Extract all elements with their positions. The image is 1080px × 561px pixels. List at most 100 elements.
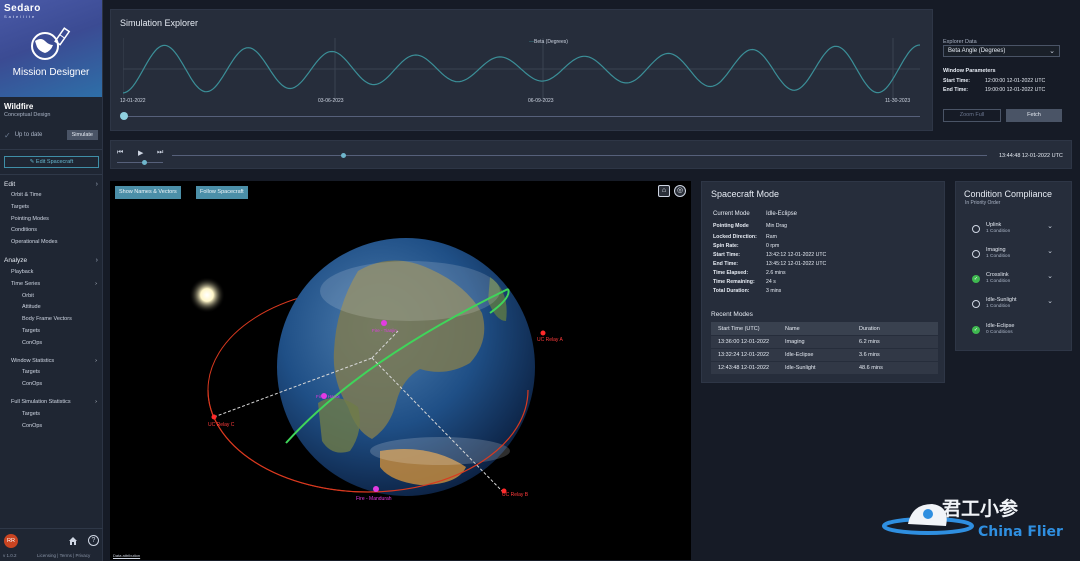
chevron-down-icon: ⌄ bbox=[1049, 48, 1055, 55]
playback-speed-slider[interactable] bbox=[117, 162, 163, 163]
follow-spacecraft-button[interactable]: Follow Spacecraft bbox=[196, 186, 248, 199]
playback-time: 13:44:48 12-01-2022 UTC bbox=[999, 153, 1063, 159]
data-attribution-link[interactable]: Data attribution bbox=[113, 553, 140, 558]
condition-count: 1 Condition bbox=[986, 229, 1011, 234]
nav-item-playback[interactable]: Playback bbox=[0, 267, 102, 279]
zoom-full-button[interactable]: Zoom Full bbox=[943, 109, 1001, 122]
detail-key: Time Elapsed: bbox=[713, 270, 749, 276]
app-name: Mission Designer bbox=[12, 67, 90, 78]
nav-item-conditions[interactable]: Conditions bbox=[0, 225, 102, 237]
table-row[interactable]: 12:43:48 12-01-2022 Idle-Sunlight 48.6 m… bbox=[711, 361, 938, 374]
app-root: Sedaro Satellite Mission Designer Wildfi… bbox=[0, 0, 1080, 561]
nav-item-ts-attitude[interactable]: Attitude bbox=[0, 302, 102, 314]
detail-value: Ram bbox=[766, 234, 777, 240]
chevron-down-icon[interactable]: ⌄ bbox=[1047, 222, 1053, 230]
nav: Edit › Orbit & Time Targets Pointing Mod… bbox=[0, 178, 102, 432]
chevron-right-icon: › bbox=[95, 180, 98, 188]
condition-item-crosslink[interactable]: ✓ Crosslink 1 Condition ⌄ bbox=[972, 272, 1067, 296]
edit-spacecraft-button[interactable]: ✎ Edit Spacecraft bbox=[4, 156, 99, 168]
table-row[interactable]: 13:36:00 12-01-2022 Imaging 6.2 mins bbox=[711, 335, 938, 348]
relay-a-label: UC Relay A bbox=[537, 337, 564, 343]
table-row[interactable]: 13:32:24 12-01-2022 Idle-Eclipse 3.6 min… bbox=[711, 348, 938, 361]
x-tick-label: 03-06-2023 bbox=[318, 98, 344, 104]
detail-value: 2.6 mins bbox=[766, 270, 786, 276]
chevron-right-icon: › bbox=[95, 357, 97, 364]
divider bbox=[0, 174, 102, 175]
condition-count: 0 Conditions bbox=[986, 330, 1013, 335]
playback-timeline-track[interactable] bbox=[172, 155, 987, 156]
globe-scene[interactable]: UC Relay A UC Relay C UC Relay B Fire - … bbox=[110, 181, 691, 560]
version-label: v 1.0.2 bbox=[3, 553, 17, 558]
nav-item-ts-body-frame-vectors[interactable]: Body Frame Vectors bbox=[0, 314, 102, 326]
chevron-down-icon[interactable]: ⌄ bbox=[1047, 297, 1053, 305]
brand-banner[interactable]: Sedaro Satellite Mission Designer bbox=[0, 0, 102, 97]
simulate-button[interactable]: Simulate bbox=[66, 130, 98, 140]
play-icon[interactable]: ▶ bbox=[138, 149, 143, 157]
condition-name: Uplink bbox=[986, 222, 1002, 228]
legal-links[interactable]: Licensing | Terms | Privacy bbox=[37, 553, 90, 558]
chevron-right-icon: › bbox=[95, 398, 97, 405]
nav-item-pointing-modes[interactable]: Pointing Modes bbox=[0, 214, 102, 226]
nav-section-label: Analyze bbox=[4, 257, 28, 265]
nav-item-ts-orbit[interactable]: Orbit bbox=[0, 291, 102, 303]
edit-spacecraft-label: Edit Spacecraft bbox=[35, 159, 74, 165]
column-header: Name bbox=[785, 325, 800, 332]
nav-item-ts-conops[interactable]: ConOps bbox=[0, 338, 102, 350]
detail-value: 3 mins bbox=[766, 288, 782, 294]
home-icon[interactable] bbox=[68, 536, 78, 546]
time-range-slider-track[interactable] bbox=[125, 116, 920, 117]
nav-item-full-simulation-statistics[interactable]: Full Simulation Statistics › bbox=[0, 397, 102, 409]
status-ring-icon bbox=[972, 300, 980, 308]
home-view-icon[interactable]: ⌂ bbox=[658, 185, 670, 197]
fetch-button[interactable]: Fetch bbox=[1006, 109, 1062, 122]
fire-target-marker bbox=[373, 486, 379, 492]
nav-item-orbit-time[interactable]: Orbit & Time bbox=[0, 190, 102, 202]
nav-section-edit[interactable]: Edit › bbox=[0, 178, 102, 190]
simulation-explorer-panel: Simulation Explorer 12-01-2022 03-06-202… bbox=[110, 9, 1062, 131]
playback-speed-handle[interactable] bbox=[142, 160, 147, 165]
beta-angle-plot[interactable] bbox=[123, 38, 920, 100]
nav-item-operational-modes[interactable]: Operational Modes bbox=[0, 237, 102, 249]
skip-forward-icon[interactable]: ⏭ bbox=[157, 149, 163, 157]
detail-key: Spin Rate: bbox=[713, 243, 739, 249]
condition-item-imaging[interactable]: Imaging 1 Condition ⌄ bbox=[972, 247, 1067, 271]
time-range-slider-handle[interactable] bbox=[120, 112, 128, 120]
condition-item-idle-eclipse[interactable]: ✓ Idle-Eclipse 0 Conditions bbox=[972, 323, 1067, 347]
nav-item-window-statistics[interactable]: Window Statistics › bbox=[0, 356, 102, 368]
nav-item-ws-conops[interactable]: ConOps bbox=[0, 379, 102, 391]
skip-back-icon[interactable]: ⏮ bbox=[117, 149, 123, 157]
nav-item-time-series[interactable]: Time Series › bbox=[0, 279, 102, 291]
condition-count: 1 Condition bbox=[986, 254, 1011, 259]
sun bbox=[189, 277, 225, 313]
nav-item-fs-targets[interactable]: Targets bbox=[0, 409, 102, 421]
condition-count: 1 Condition bbox=[986, 279, 1011, 284]
explorer-data-select[interactable]: Beta Angle (Degrees) ⌄ bbox=[943, 45, 1060, 57]
playback-timeline-handle[interactable] bbox=[341, 153, 347, 158]
end-time-value: 19:00:00 12-01-2022 UTC bbox=[985, 87, 1046, 93]
fire-target-marker bbox=[381, 320, 387, 326]
watermark: 君工小参 China Flier bbox=[880, 494, 1075, 550]
globe-viewer[interactable]: UC Relay A UC Relay C UC Relay B Fire - … bbox=[110, 181, 691, 560]
condition-item-uplink[interactable]: Uplink 1 Condition ⌄ bbox=[972, 222, 1067, 246]
mode-detail-row: Spin Rate: 0 rpm bbox=[713, 243, 933, 249]
nav-item-ts-targets[interactable]: Targets bbox=[0, 326, 102, 338]
show-names-vectors-button[interactable]: Show Names & Vectors bbox=[115, 186, 181, 199]
nav-item-ws-targets[interactable]: Targets bbox=[0, 367, 102, 379]
check-circle-icon: ✓ bbox=[972, 326, 980, 334]
nav-section-analyze[interactable]: Analyze › bbox=[0, 255, 102, 267]
chevron-down-icon[interactable]: ⌄ bbox=[1047, 247, 1053, 255]
chevron-right-icon: › bbox=[95, 257, 98, 265]
detail-key: Pointing Mode bbox=[713, 223, 749, 229]
detail-key: End Time: bbox=[713, 261, 738, 267]
help-icon[interactable]: ? bbox=[88, 535, 99, 546]
cloud-band bbox=[320, 261, 500, 321]
chevron-down-icon[interactable]: ⌄ bbox=[1047, 272, 1053, 280]
avatar[interactable]: RR bbox=[4, 534, 18, 548]
recent-modes-table: Start Time (UTC) Name Duration 13:36:00 … bbox=[711, 322, 938, 374]
nav-item-targets[interactable]: Targets bbox=[0, 202, 102, 214]
condition-item-idle-sunlight[interactable]: Idle-Sunlight 1 Condition ⌄ bbox=[972, 297, 1067, 321]
watermark-en: China Flier bbox=[978, 524, 1063, 540]
check-icon: ✓ bbox=[4, 130, 11, 140]
globe-mode-icon[interactable]: ◎ bbox=[674, 185, 686, 197]
nav-item-fs-conops[interactable]: ConOps bbox=[0, 421, 102, 433]
